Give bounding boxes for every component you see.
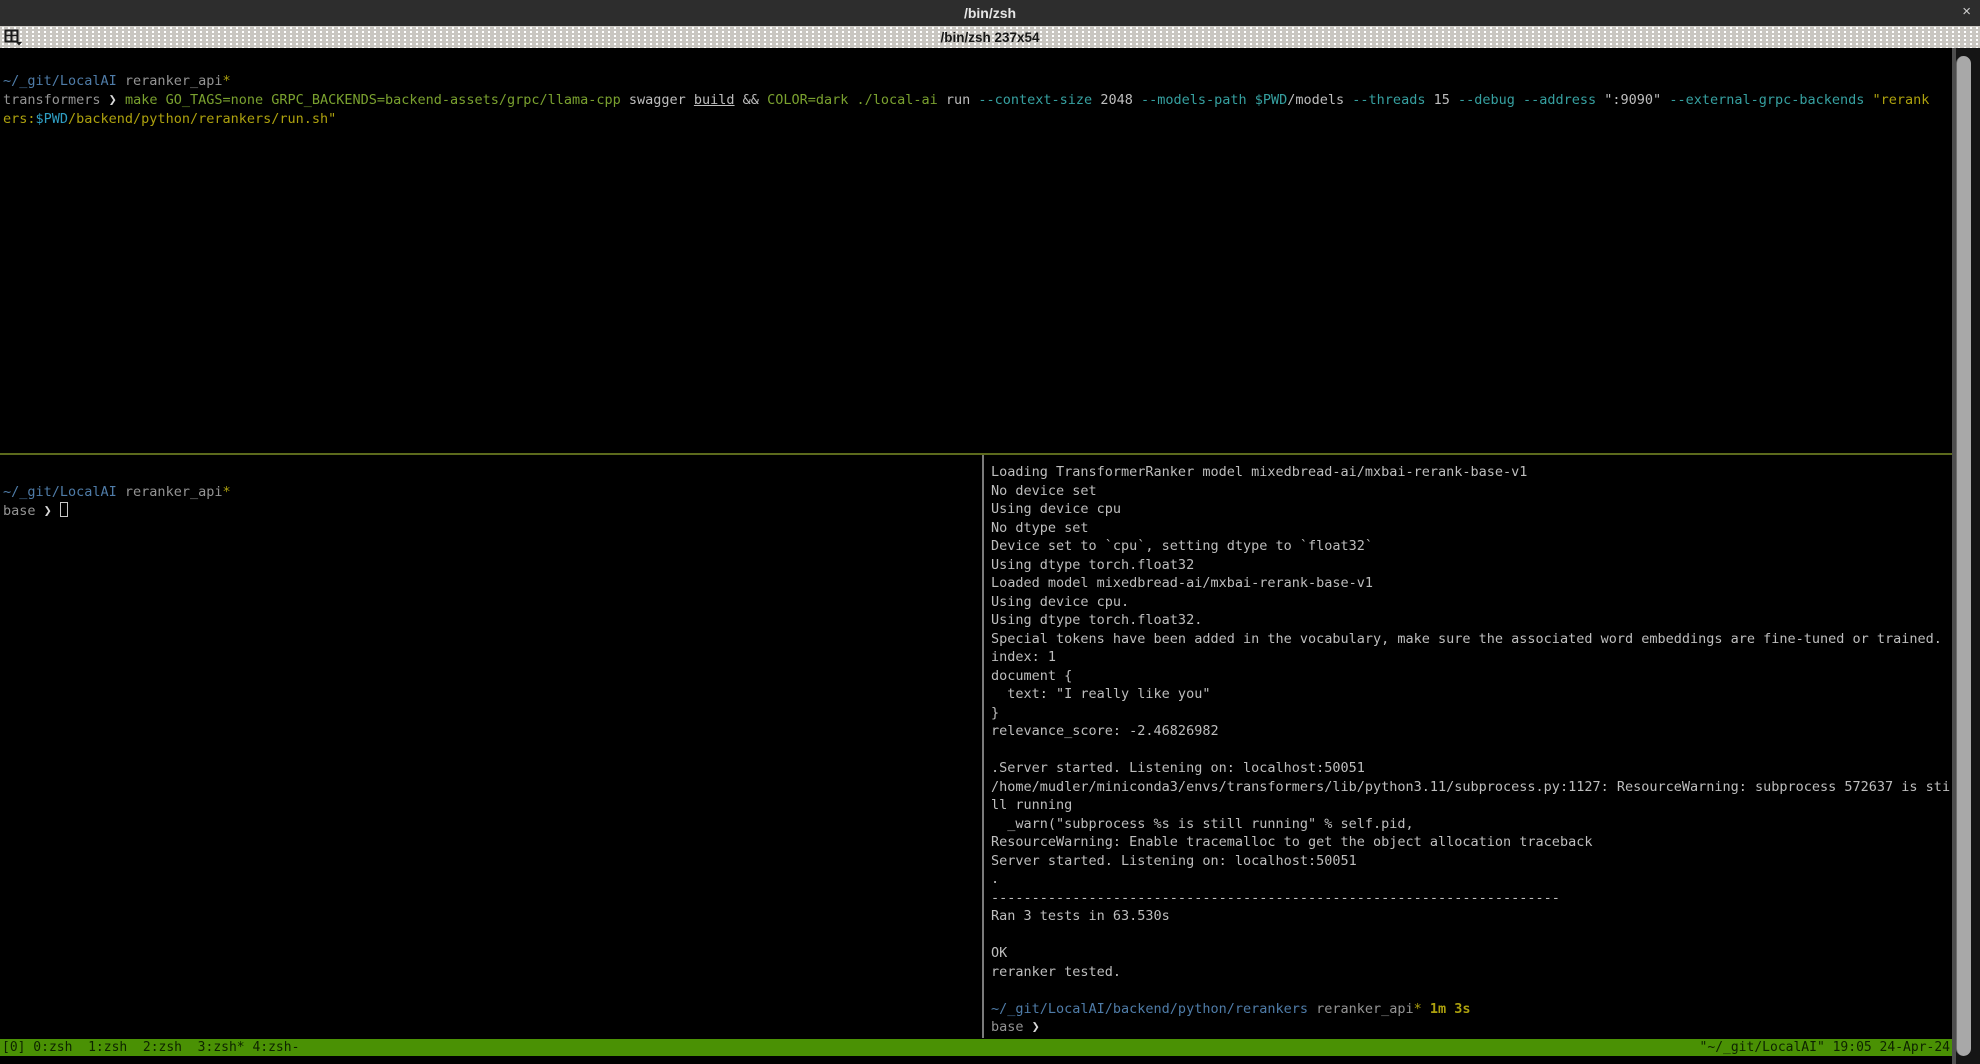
terminal-line: }: [991, 704, 1952, 723]
terminal-line: relevance_score: -2.46826982: [991, 722, 1952, 741]
tmux-window-list[interactable]: [0] 0:zsh 1:zsh 2:zsh 3:zsh* 4:zsh-: [2, 1040, 299, 1055]
close-icon[interactable]: ×: [1962, 3, 1971, 20]
terminal-line: /home/mudler/miniconda3/envs/transformer…: [991, 778, 1952, 797]
terminal-line: [991, 741, 1952, 760]
terminal-line: .: [991, 870, 1952, 889]
terminal-line: base ❯: [991, 1018, 1952, 1037]
terminal-line: Server started. Listening on: localhost:…: [991, 852, 1952, 871]
terminal-line: OK: [991, 944, 1952, 963]
terminal-line: Loading TransformerRanker model mixedbre…: [991, 463, 1952, 482]
terminal-line: document {: [991, 667, 1952, 686]
terminal-line: [991, 926, 1952, 945]
terminal-line: Special tokens have been added in the vo…: [991, 630, 1952, 649]
terminal-line: ~/_git/LocalAI reranker_api*: [3, 72, 1952, 91]
terminal-line: text: "I really like you": [991, 685, 1952, 704]
tmux-status-right: "~/_git/LocalAI" 19:05 24-Apr-24: [1700, 1040, 1950, 1055]
terminal-line: reranker tested.: [991, 963, 1952, 982]
terminal-line: [991, 981, 1952, 1000]
terminal-line: Ran 3 tests in 63.530s: [991, 907, 1952, 926]
terminal-line: Loaded model mixedbread-ai/mxbai-rerank-…: [991, 574, 1952, 593]
pane-divider-vertical[interactable]: [982, 455, 984, 1038]
pane-bottom-right[interactable]: Loading TransformerRanker model mixedbre…: [985, 455, 1952, 1038]
terminal-cursor: [60, 502, 68, 517]
terminal-line: ~/_git/LocalAI reranker_api*: [3, 483, 981, 502]
terminal-line: _warn("subprocess %s is still running" %…: [991, 815, 1952, 834]
tmux-status-bar: [0] 0:zsh 1:zsh 2:zsh 3:zsh* 4:zsh- "~/_…: [0, 1039, 1952, 1056]
terminal-line: ResourceWarning: Enable tracemalloc to g…: [991, 833, 1952, 852]
pane-top[interactable]: ~/_git/LocalAI reranker_api*transformers…: [0, 48, 1952, 452]
terminal-line: Using dtype torch.float32: [991, 556, 1952, 575]
terminal-line: .Server started. Listening on: localhost…: [991, 759, 1952, 778]
terminal-line: No dtype set: [991, 519, 1952, 538]
scrollbar[interactable]: [1952, 48, 1980, 1064]
window-title: /bin/zsh: [964, 5, 1016, 21]
terminal-line: ers:$PWD/backend/python/rerankers/run.sh…: [3, 110, 1952, 129]
pane-bottom-left[interactable]: ~/_git/LocalAI reranker_api*base ❯: [0, 455, 981, 1038]
terminal-line: Using dtype torch.float32.: [991, 611, 1952, 630]
terminal-line: ----------------------------------------…: [991, 889, 1952, 908]
terminal-line: Using device cpu: [991, 500, 1952, 519]
terminal-content: ~/_git/LocalAI reranker_api*transformers…: [0, 48, 1952, 1064]
window-titlebar: /bin/zsh ×: [0, 0, 1980, 26]
geometry-bar: /bin/zsh 237x54: [0, 26, 1980, 48]
terminal-line: index: 1: [991, 648, 1952, 667]
terminal-line: Device set to `cpu`, setting dtype to `f…: [991, 537, 1952, 556]
terminal-line: No device set: [991, 482, 1952, 501]
geometry-label: /bin/zsh 237x54: [940, 30, 1039, 45]
terminal-line: ~/_git/LocalAI/backend/python/rerankers …: [991, 1000, 1952, 1019]
terminal-window: /bin/zsh × /bin/zsh 237x54 ~/_git/LocalA…: [0, 0, 1980, 1064]
terminal-line: base ❯: [3, 502, 981, 521]
terminal-line: Using device cpu.: [991, 593, 1952, 612]
terminal-line: transformers ❯ make GO_TAGS=none GRPC_BA…: [3, 91, 1952, 110]
window-menu-icon[interactable]: [4, 29, 23, 49]
terminal-line: ll running: [991, 796, 1952, 815]
scrollbar-thumb[interactable]: [1956, 56, 1971, 1056]
